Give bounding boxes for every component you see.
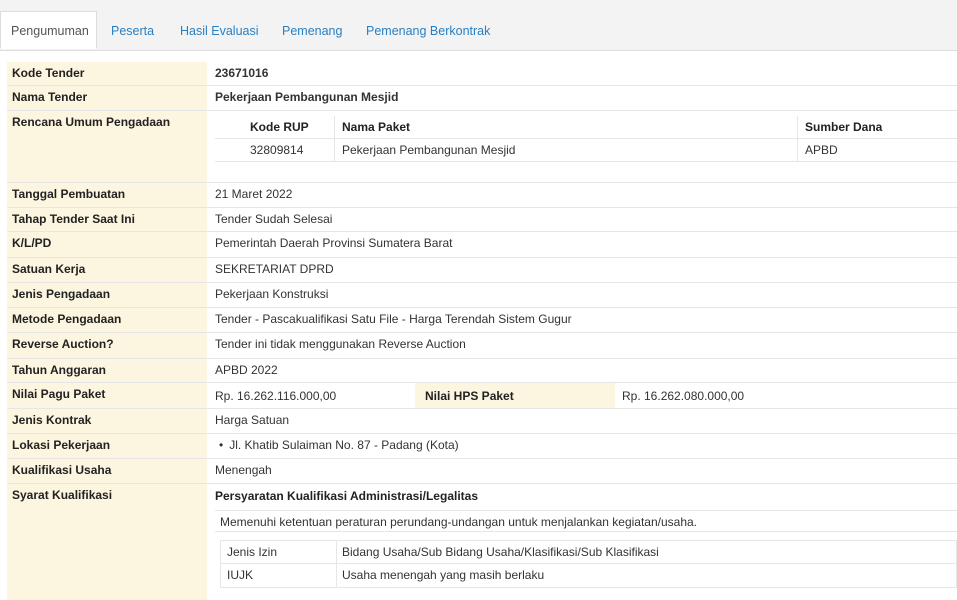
tab-hasil-evaluasi[interactable]: Hasil Evaluasi [180, 12, 259, 50]
rup-sumber: APBD [805, 143, 838, 157]
tab-peserta[interactable]: Peserta [111, 12, 154, 50]
reverse-auction-value: Tender ini tidak menggunakan Reverse Auc… [215, 337, 466, 351]
field-label: Nama Tender [7, 86, 207, 110]
row-klpd: K/L/PD Pemerintah Daerah Provinsi Sumate… [7, 232, 957, 258]
row-kode-tender: Kode Tender 23671016 [7, 62, 957, 86]
nilai-pagu-value: Rp. 16.262.116.000,00 [215, 389, 337, 403]
row-jenis-pengadaan: Jenis Pengadaan Pekerjaan Konstruksi [7, 283, 957, 308]
syarat-note: Memenuhi ketentuan peraturan perundang-u… [215, 510, 957, 532]
row-nama-tender: Nama Tender Pekerjaan Pembangunan Mesjid [7, 86, 957, 111]
row-reverse-auction: Reverse Auction? Tender ini tidak menggu… [7, 333, 957, 359]
field-label: Tahun Anggaran [7, 359, 207, 382]
row-lokasi-pekerjaan: Lokasi Pekerjaan Jl. Khatib Sulaiman No.… [7, 434, 957, 459]
syarat-heading: Persyaratan Kualifikasi Administrasi/Leg… [215, 489, 478, 503]
row-metode-pengadaan: Metode Pengadaan Tender - Pascakualifika… [7, 308, 957, 333]
kode-tender-value: 23671016 [215, 66, 269, 80]
row-nilai-pagu: Nilai Pagu Paket Rp. 16.262.116.000,00 N… [7, 383, 957, 409]
izin-col-b: Bidang Usaha/Sub Bidang Usaha/Klasifikas… [342, 545, 659, 559]
field-label: Kualifikasi Usaha [7, 459, 207, 483]
field-label: Tahap Tender Saat Ini [7, 208, 207, 231]
nilai-hps-label: Nilai HPS Paket [415, 383, 615, 408]
row-rencana-umum-pengadaan: Rencana Umum Pengadaan Kode RUP Nama Pak… [7, 111, 957, 183]
jenis-pengadaan-value: Pekerjaan Konstruksi [215, 287, 329, 301]
tahun-anggaran-value: APBD 2022 [215, 363, 278, 377]
tab-label: Hasil Evaluasi [180, 24, 259, 38]
row-kualifikasi-usaha: Kualifikasi Usaha Menengah [7, 459, 957, 484]
klpd-value: Pemerintah Daerah Provinsi Sumatera Bara… [215, 236, 453, 250]
row-jenis-kontrak: Jenis Kontrak Harga Satuan [7, 409, 957, 434]
row-satuan-kerja: Satuan Kerja SEKRETARIAT DPRD [7, 258, 957, 283]
field-label: Syarat Kualifikasi [7, 484, 207, 600]
field-label: Nilai Pagu Paket [7, 383, 207, 408]
field-label: Satuan Kerja [7, 258, 207, 282]
field-label: Metode Pengadaan [7, 308, 207, 332]
field-label: Kode Tender [7, 62, 207, 85]
field-label: Jenis Kontrak [7, 409, 207, 433]
tab-pemenang-berkontrak[interactable]: Pemenang Berkontrak [366, 12, 490, 50]
rup-nama: Pekerjaan Pembangunan Mesjid [342, 143, 516, 157]
field-label: Lokasi Pekerjaan [7, 434, 207, 458]
row-tahun-anggaran: Tahun Anggaran APBD 2022 [7, 359, 957, 383]
tab-bar: Pengumuman Peserta Hasil Evaluasi Pemena… [0, 0, 957, 51]
metode-value: Tender - Pascakualifikasi Satu File - Ha… [215, 312, 572, 326]
nama-tender-value: Pekerjaan Pembangunan Mesjid [215, 90, 399, 104]
field-label: Rencana Umum Pengadaan [7, 111, 207, 182]
izin-header-row: Jenis Izin Bidang Usaha/Sub Bidang Usaha… [221, 541, 956, 564]
tab-label: Pengumuman [11, 24, 89, 38]
field-label: Tanggal Pembuatan [7, 183, 207, 207]
izin-col-a: IUJK [227, 568, 254, 582]
rup-row: 32809814 Pekerjaan Pembangunan Mesjid AP… [215, 139, 957, 162]
tanggal-value: 21 Maret 2022 [215, 187, 293, 201]
syarat-content: Persyaratan Kualifikasi Administrasi/Leg… [215, 484, 957, 600]
nilai-hps-value: Rp. 16.262.080.000,00 [622, 389, 745, 403]
tab-label: Pemenang Berkontrak [366, 24, 491, 38]
izin-row: IUJK Usaha menengah yang masih berlaku [221, 564, 956, 587]
tab-label: Peserta [111, 24, 155, 38]
rup-table: Kode RUP Nama Paket Sumber Dana 32809814… [215, 111, 957, 183]
field-label: Reverse Auction? [7, 333, 207, 358]
tab-pemenang[interactable]: Pemenang [282, 12, 342, 50]
field-label: Jenis Pengadaan [7, 283, 207, 307]
tahap-tender-link[interactable]: Tender Sudah Selesai [215, 208, 957, 230]
izin-col-b: Usaha menengah yang masih berlaku [342, 568, 545, 582]
field-label: K/L/PD [7, 232, 207, 257]
rup-header-kode: Kode RUP [250, 120, 309, 134]
rup-header-sumber: Sumber Dana [805, 120, 883, 134]
satuan-kerja-value: SEKRETARIAT DPRD [215, 262, 334, 276]
row-tahap-tender: Tahap Tender Saat Ini Tender Sudah Seles… [7, 208, 957, 232]
izin-table: Jenis Izin Bidang Usaha/Sub Bidang Usaha… [220, 540, 957, 588]
row-tanggal-pembuatan: Tanggal Pembuatan 21 Maret 2022 [7, 183, 957, 208]
lokasi-item: Jl. Khatib Sulaiman No. 87 - Padang (Kot… [215, 434, 957, 456]
rup-header-row: Kode RUP Nama Paket Sumber Dana [215, 116, 957, 139]
rup-header-nama: Nama Paket [342, 120, 411, 134]
pagu-cell: Rp. 16.262.116.000,00 Nilai HPS Paket Rp… [215, 383, 957, 408]
tab-pengumuman[interactable]: Pengumuman [0, 11, 97, 49]
row-syarat-kualifikasi: Syarat Kualifikasi Persyaratan Kualifika… [7, 484, 957, 600]
jenis-kontrak-value: Harga Satuan [215, 413, 290, 427]
rup-kode: 32809814 [250, 143, 304, 157]
kualifikasi-value: Menengah [215, 463, 272, 477]
izin-col-a: Jenis Izin [227, 545, 278, 559]
tab-label: Pemenang [282, 24, 343, 38]
